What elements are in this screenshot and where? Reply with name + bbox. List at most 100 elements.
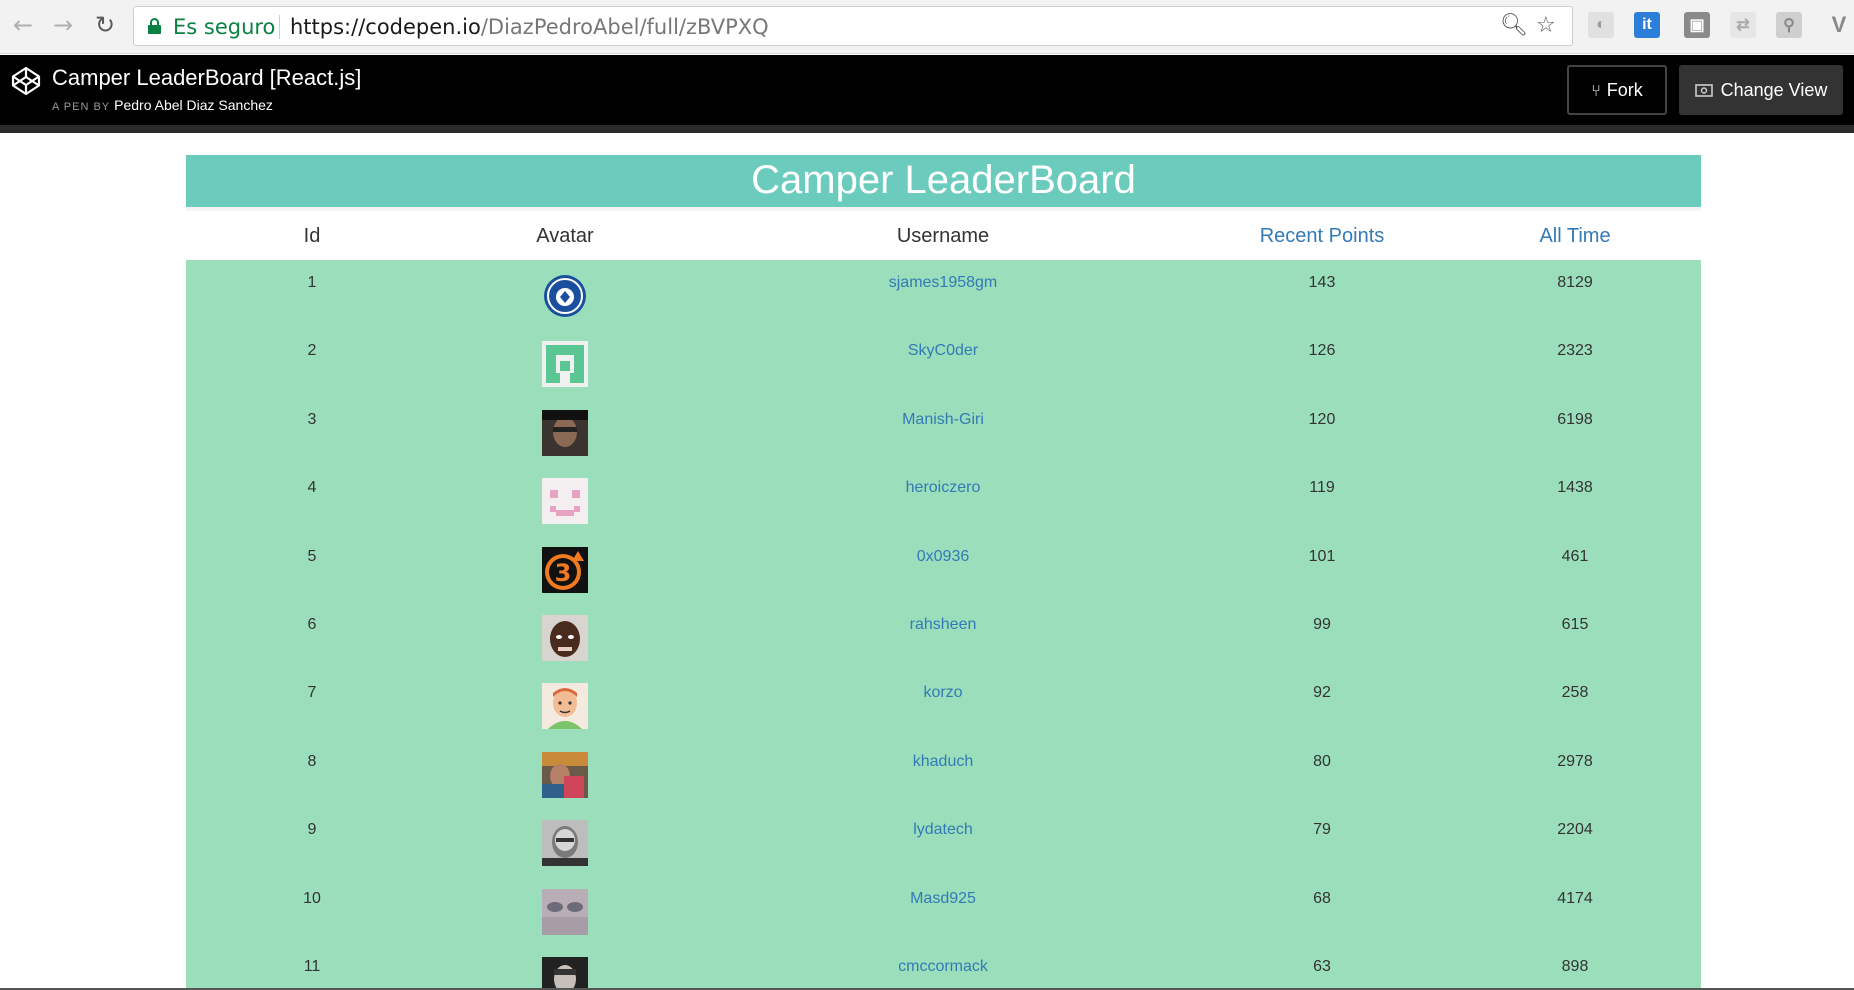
rank-id: 11 [303, 958, 321, 975]
username-link[interactable]: korzo [923, 684, 962, 702]
recent-points: 119 [1309, 479, 1335, 497]
all-time-points: 1438 [1557, 479, 1593, 497]
avatar [542, 683, 588, 730]
recent-points: 101 [1308, 547, 1336, 565]
all-time-points: 2204 [1557, 821, 1593, 839]
all-time-points: 898 [1561, 958, 1589, 975]
change-view-label: Change View [1720, 79, 1828, 100]
author-link[interactable]: Pedro Abel Diaz Sanchez [114, 97, 273, 113]
rank-id: 5 [307, 547, 317, 565]
username-link[interactable]: rahsheen [910, 616, 977, 634]
avatar [542, 751, 588, 798]
all-time-points: 2323 [1557, 342, 1593, 360]
rank-id: 9 [307, 821, 317, 839]
table-row: 3 Manish-Giri 120 6198 [186, 397, 1701, 465]
bookmark-star-icon[interactable]: ☆ [1536, 13, 1556, 38]
extension-v-icon[interactable]: V [1826, 12, 1852, 38]
codepen-logo-icon[interactable] [10, 65, 42, 97]
rank-id: 10 [303, 889, 321, 907]
codepen-header: Camper LeaderBoard [React.js] A PEN BY Pe… [0, 55, 1854, 125]
url-separator [279, 15, 280, 39]
all-time-points: 258 [1561, 684, 1589, 702]
table-row: 8 khaduch 80 2978 [186, 739, 1701, 807]
username-link[interactable]: SkyC0der [908, 342, 978, 360]
recent-points: 126 [1308, 342, 1336, 360]
url-text[interactable]: https://codepen.io/DiazPedroAbel/full/zB… [290, 15, 769, 39]
extension-pdf-icon[interactable]: ⚲ [1776, 12, 1802, 38]
table-row: 6 rahsheen 99 615 [186, 602, 1701, 670]
column-avatar: Avatar [536, 225, 594, 247]
header-divider [0, 125, 1854, 133]
forward-arrow-icon[interactable]: → [48, 10, 78, 40]
all-time-points: 2978 [1557, 752, 1593, 770]
avatar [542, 478, 588, 525]
avatar [542, 820, 588, 867]
username-link[interactable]: 0x0936 [917, 548, 970, 566]
avatar [542, 957, 588, 990]
table-header: Id Avatar Username Recent Points All Tim… [186, 207, 1701, 260]
column-recent-points-sort[interactable]: Recent Points [1260, 225, 1385, 248]
table-row: 10 Masd925 68 4174 [186, 876, 1701, 944]
column-username: Username [896, 225, 990, 247]
extension-icon-1[interactable]: ◐ [1588, 12, 1614, 38]
all-time-points: 615 [1561, 616, 1589, 633]
column-all-time-sort[interactable]: All Time [1539, 225, 1610, 248]
rank-id: 1 [307, 274, 317, 291]
leaderboard: Camper LeaderBoard Id Avatar Username Re… [186, 155, 1701, 990]
extension-icon-3[interactable]: ▣ [1684, 12, 1710, 38]
change-view-button[interactable]: Change View [1679, 65, 1843, 115]
username-link[interactable]: sjames1958gm [889, 274, 998, 292]
all-time-points: 8129 [1557, 274, 1593, 291]
browser-toolbar: ← → ↻ Es seguro https://codepen.io/DiazP… [0, 0, 1854, 54]
recent-points: 99 [1313, 616, 1331, 633]
table-row: 4 heroiczero 119 1438 [186, 465, 1701, 533]
avatar [542, 409, 588, 456]
fork-button[interactable]: ⑂ Fork [1567, 65, 1667, 115]
table-row: 2 SkyC0der 126 2323 [186, 328, 1701, 396]
username-link[interactable]: khaduch [913, 753, 974, 771]
recent-points: 120 [1308, 410, 1336, 428]
username-link[interactable]: cmccormack [898, 958, 988, 976]
recent-points: 80 [1313, 752, 1331, 770]
avatar [542, 888, 588, 935]
username-link[interactable]: Masd925 [910, 890, 976, 908]
rank-id: 4 [307, 479, 317, 497]
secure-label: Es seguro [173, 15, 276, 39]
url-host: https://codepen.io [290, 15, 481, 39]
all-time-points: 6198 [1557, 410, 1593, 428]
recent-points: 63 [1313, 958, 1331, 975]
username-link[interactable]: heroiczero [906, 479, 981, 497]
avatar: 3 [542, 546, 588, 593]
back-arrow-icon[interactable]: ← [8, 10, 38, 40]
rank-id: 2 [307, 342, 317, 360]
recent-points: 79 [1313, 821, 1331, 839]
table-row: 7 korzo 92 258 [186, 670, 1701, 738]
fork-label: Fork [1606, 79, 1643, 100]
recent-points: 143 [1308, 274, 1336, 291]
rank-id: 6 [307, 616, 317, 633]
recent-points: 68 [1313, 889, 1331, 907]
byline-prefix: A PEN BY [52, 101, 111, 113]
zoom-icon[interactable]: 🔍︎ [1500, 13, 1528, 38]
leaderboard-title: Camper LeaderBoard [186, 155, 1701, 207]
reload-icon[interactable]: ↻ [90, 10, 120, 40]
fork-icon: ⑂ [1591, 80, 1601, 100]
table-row: 9 lydatech 79 2204 [186, 807, 1701, 875]
url-path: /DiazPedroAbel/full/zBVPXQ [480, 15, 769, 39]
rank-id: 3 [307, 410, 317, 428]
extension-icon-4[interactable]: ⇄ [1730, 12, 1756, 38]
avatar [542, 615, 588, 661]
extension-it-icon[interactable]: it [1634, 12, 1660, 38]
recent-points: 92 [1313, 684, 1331, 702]
lock-icon [148, 18, 161, 34]
column-id: Id [303, 225, 321, 247]
username-link[interactable]: Manish-Giri [902, 411, 984, 429]
address-bar[interactable]: Es seguro https://codepen.io/DiazPedroAb… [133, 6, 1573, 46]
all-time-points: 461 [1561, 547, 1589, 565]
svg-text:3: 3 [555, 559, 572, 587]
table-row: 11 cmccormack 63 898 [186, 944, 1701, 990]
change-view-icon [1694, 84, 1713, 97]
all-time-points: 4174 [1557, 889, 1593, 907]
table-row: 1 sjames1958gm 143 8129 [186, 260, 1701, 328]
username-link[interactable]: lydatech [913, 821, 973, 839]
